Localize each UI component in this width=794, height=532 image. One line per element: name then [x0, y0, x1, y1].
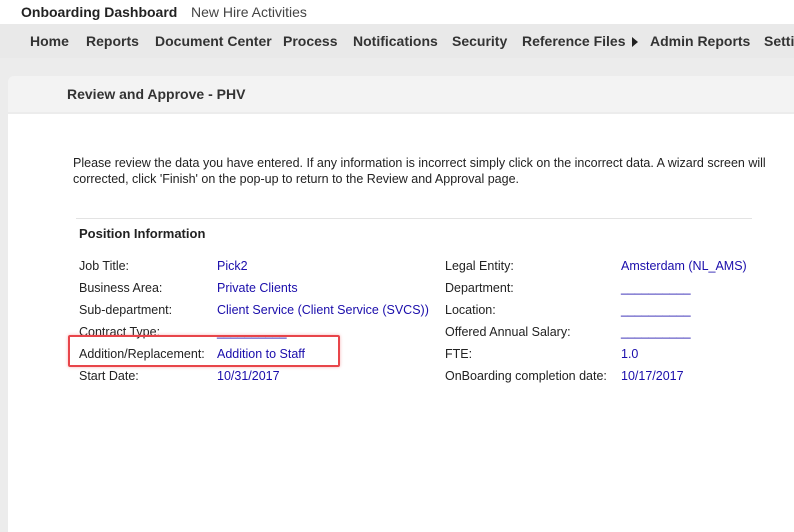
value-start-date[interactable]: 10/31/2017 — [217, 369, 280, 383]
intro-text: Please review the data you have entered.… — [73, 155, 794, 187]
tab-new-hire-activities[interactable]: New Hire Activities — [191, 4, 307, 20]
nav-settings[interactable]: Settin — [764, 33, 794, 49]
label-location: Location: — [445, 303, 496, 317]
value-offered-annual-salary[interactable]: __________ — [621, 325, 691, 339]
nav-reports[interactable]: Reports — [86, 33, 139, 49]
nav-notifications[interactable]: Notifications — [353, 33, 438, 49]
nav-reference-files-label: Reference Files — [522, 33, 626, 49]
intro-line-2: corrected, click 'Finish' on the pop-up … — [73, 172, 519, 186]
label-onboarding-completion-date: OnBoarding completion date: — [445, 369, 607, 383]
nav-document-center[interactable]: Document Center — [155, 33, 272, 49]
main-nav: Home Reports Document Center Process Not… — [0, 24, 794, 58]
label-offered-annual-salary: Offered Annual Salary: — [445, 325, 571, 339]
label-department: Department: — [445, 281, 514, 295]
page-title: Review and Approve - PHV — [67, 86, 246, 102]
value-location[interactable]: __________ — [621, 303, 691, 317]
value-sub-department[interactable]: Client Service (Client Service (SVCS)) — [217, 303, 429, 317]
section-divider — [76, 218, 752, 219]
nav-admin-reports[interactable]: Admin Reports — [650, 33, 750, 49]
value-onboarding-completion-date[interactable]: 10/17/2017 — [621, 369, 684, 383]
section-title-position-information: Position Information — [79, 226, 206, 241]
value-department[interactable]: __________ — [621, 281, 691, 295]
label-legal-entity: Legal Entity: — [445, 259, 514, 273]
nav-home[interactable]: Home — [30, 33, 69, 49]
highlight-annotation-box — [68, 335, 340, 367]
value-legal-entity[interactable]: Amsterdam (NL_AMS) — [621, 259, 747, 273]
nav-reference-files[interactable]: Reference Files — [522, 33, 638, 49]
intro-line-1: Please review the data you have entered.… — [73, 156, 766, 170]
submenu-arrow-icon — [631, 37, 638, 48]
label-start-date: Start Date: — [79, 369, 139, 383]
nav-security[interactable]: Security — [452, 33, 507, 49]
tab-onboarding-dashboard[interactable]: Onboarding Dashboard — [21, 4, 177, 20]
value-job-title[interactable]: Pick2 — [217, 259, 248, 273]
page-header: Review and Approve - PHV — [8, 76, 794, 112]
value-fte[interactable]: 1.0 — [621, 347, 638, 361]
label-fte: FTE: — [445, 347, 473, 361]
top-tab-bar: Onboarding Dashboard New Hire Activities — [0, 0, 794, 24]
value-business-area[interactable]: Private Clients — [217, 281, 298, 295]
label-business-area: Business Area: — [79, 281, 163, 295]
nav-process[interactable]: Process — [283, 33, 337, 49]
label-sub-department: Sub-department: — [79, 303, 173, 317]
label-job-title: Job Title: — [79, 259, 130, 273]
content-panel: Please review the data you have entered.… — [8, 114, 794, 532]
